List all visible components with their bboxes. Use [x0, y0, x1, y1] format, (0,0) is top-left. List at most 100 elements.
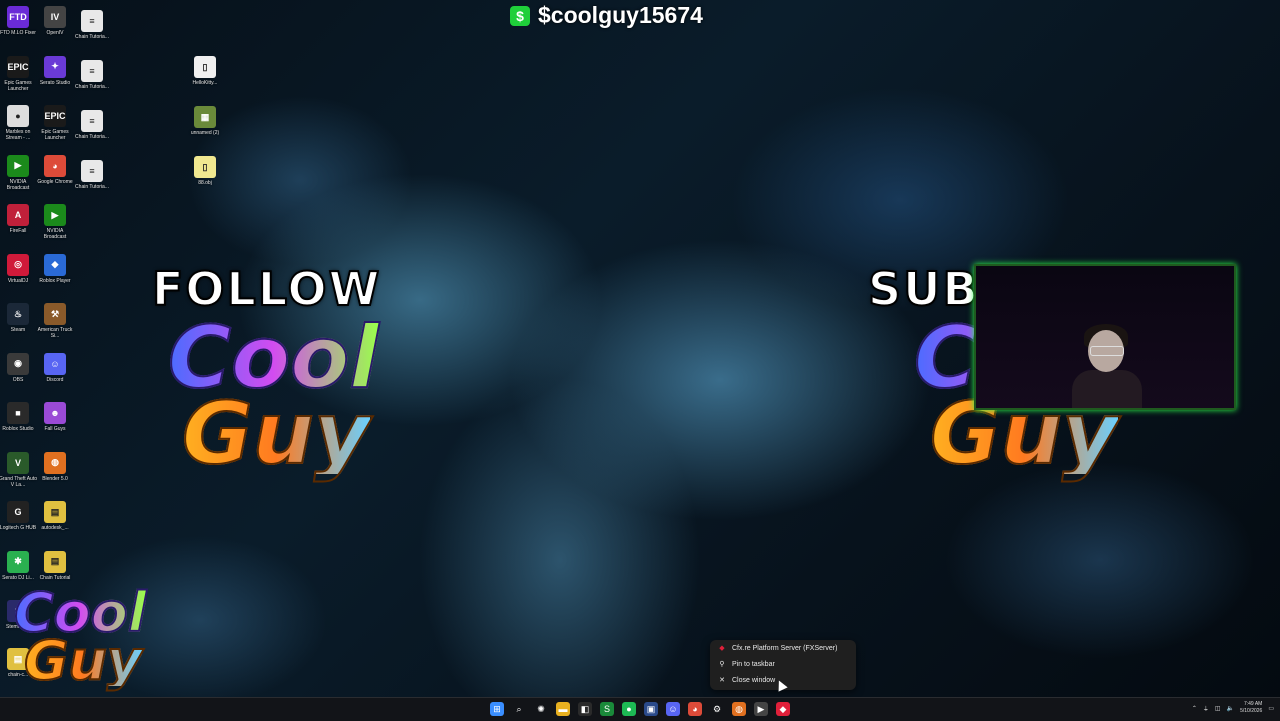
app-icon: ■	[7, 402, 29, 424]
desktop-icon-label: Chain Tutoria...	[75, 134, 109, 140]
app-icon: EPIC	[7, 55, 29, 78]
desktop-icon[interactable]: ▦ unnamed (2)	[187, 106, 223, 136]
desktop-icon[interactable]: EPIC Epic Games Launcher	[0, 55, 36, 92]
desktop-icon-label: Grand Theft Auto V La...	[0, 475, 37, 488]
logo-guy-left: Guy	[181, 384, 371, 484]
desktop-icon-label: Blender 5.0	[42, 475, 68, 482]
widgets-icon[interactable]: ✺	[534, 702, 548, 716]
desktop-icon[interactable]: ☺ Discord	[37, 352, 73, 383]
app-icon: ♨	[7, 303, 29, 325]
search-icon[interactable]: ⌕	[512, 702, 526, 716]
ctx-item-label: Close window	[732, 676, 776, 684]
blender-icon[interactable]: ◍	[732, 702, 746, 716]
app-icon: EPIC	[44, 105, 66, 127]
clock-time: 7:49 AM	[1243, 701, 1263, 707]
desktop-icon[interactable]: ▶ NVIDIA Broadcast	[37, 204, 73, 240]
app-icon: ✦	[44, 55, 66, 78]
desktop-icon[interactable]: ≡ Chain Tutoria...	[74, 60, 110, 90]
cashapp-icon: $	[510, 5, 530, 26]
cfx-icon[interactable]: ◆	[776, 702, 790, 716]
desktop-icon[interactable]: ▶ NVIDIA Broadcast	[0, 154, 36, 191]
desktop-icon[interactable]: ⚒ American Truck Si...	[37, 303, 73, 339]
app-icon[interactable]: ▣	[644, 702, 658, 716]
desktop-icon[interactable]: EPIC Epic Games Launcher	[37, 105, 73, 141]
desktop-icon-label: OBS	[12, 376, 24, 383]
chevron-up-icon[interactable]: ⌃	[1192, 705, 1197, 712]
desktop-icon[interactable]: IV OpenIV	[37, 6, 73, 36]
app-icon: ▶	[7, 154, 29, 177]
desktop-icon[interactable]: ▯ HelloKitty...	[187, 56, 223, 86]
desktop-icon-label: Logitech G HUB	[0, 525, 37, 531]
start-icon[interactable]: ⊞	[490, 702, 504, 716]
desktop-icon[interactable]: ▤ autodesk_...	[37, 501, 73, 531]
desktop-icon-label: Roblox Player	[39, 277, 71, 284]
app-icon: ✱	[7, 550, 29, 573]
desktop-icon-label: NVIDIA Broadcast	[6, 178, 30, 191]
desktop-icon-label: 88.obj	[198, 180, 212, 186]
file-explorer-icon[interactable]: ▬	[556, 702, 570, 716]
spreadsheet-icon[interactable]: S	[600, 702, 614, 716]
desktop-icon[interactable]: ♨ Steam	[0, 303, 36, 333]
ctx-item-app[interactable]: ◆ Cfx.re Platform Server (FXServer)	[710, 640, 856, 656]
desktop-icon[interactable]: ≡ Chain Tutoria...	[74, 110, 110, 140]
app-icon: ▤	[44, 550, 66, 573]
app-icon: ◎	[7, 253, 29, 276]
desktop-icon-label: Epic Games Launcher	[4, 79, 32, 92]
clock-date: 5/10/2026	[1240, 708, 1263, 714]
gear-icon[interactable]: ⚙	[710, 702, 724, 716]
ctx-item-pin-to-taskbar[interactable]: ⚲ Pin to taskbar	[710, 656, 856, 672]
desktop-icon[interactable]: ✱ Serato DJ Li...	[0, 550, 36, 581]
usb-icon[interactable]: ⏚	[1203, 704, 1209, 713]
chrome-icon[interactable]: ◕	[688, 702, 702, 716]
desktop-icon-label: Serato Studio	[39, 79, 71, 86]
cashtag-overlay: $ $coolguy15674	[510, 2, 703, 29]
discord-icon[interactable]: ☺	[666, 702, 680, 716]
desktop-icon[interactable]: FTD FTD M.LO Fixer	[0, 6, 36, 36]
desktop-icon-label: autodesk_...	[41, 525, 69, 531]
desktop-icon[interactable]: ◕ Google Chrome	[37, 154, 73, 185]
app-icon: ▶	[44, 204, 66, 226]
clock[interactable]: 7:49 AM 5/10/2026	[1240, 701, 1262, 715]
desktop-icon[interactable]: ▯ 88.obj	[187, 156, 223, 186]
taskbar: ⊞ ⌕ ✺ ▬ ◧ S ● ▣ ☺ ◕ ⚙ ◍ ▶ ◆ ⌃ ⏚ ◫ 🔈 7:49 AM 5/10/2026…	[0, 697, 1280, 721]
desktop-icon-label: NVIDIA Broadcast	[43, 228, 67, 240]
desktop-icon[interactable]: ≡ Chain Tutoria...	[74, 10, 110, 40]
media-icon[interactable]: ▶	[754, 702, 768, 716]
pin-icon: ⚲	[719, 661, 725, 668]
desktop-icon[interactable]: ▤ Chain Tutorial	[37, 550, 73, 581]
desktop-icon[interactable]: ≡ Chain Tutoria...	[74, 160, 110, 190]
webcam-overlay	[974, 264, 1236, 410]
desktop-icon[interactable]: ◍ Blender 5.0	[37, 451, 73, 482]
desktop-icon[interactable]: ■ Roblox Studio	[0, 402, 36, 432]
store-icon[interactable]: ◧	[578, 702, 592, 716]
desktop-icon-label: VirtualDJ	[7, 277, 29, 284]
app-icon: ▯	[194, 56, 216, 78]
app-icon: ⚒	[44, 303, 66, 325]
desktop-icon-label: FireFall	[9, 228, 27, 234]
spotify-icon[interactable]: ●	[622, 702, 636, 716]
cfx-icon: ◆	[719, 645, 725, 652]
desktop-icon[interactable]: ☻ Fall Guys	[37, 402, 73, 432]
desktop-icon[interactable]: ◎ VirtualDJ	[0, 253, 36, 284]
desktop-icon[interactable]: V Grand Theft Auto V La...	[0, 451, 37, 488]
app-icon: ▤	[44, 501, 66, 523]
close-icon: ✕	[719, 677, 725, 684]
desktop-icon[interactable]: ● Marbles on Stream - ...	[0, 105, 36, 141]
desktop-icon-label: Chain Tutoria...	[75, 184, 109, 190]
volume-icon[interactable]: 🔈	[1227, 705, 1234, 712]
desktop-icon[interactable]: A FireFall	[0, 204, 36, 234]
app-icon: ☺	[44, 352, 66, 375]
show-desktop-icon[interactable]: ▭	[1268, 705, 1274, 712]
desktop-icon[interactable]: G Logitech G HUB	[0, 501, 36, 531]
webcam-person-body	[1072, 370, 1142, 408]
desktop-icon-label: Chain Tutoria...	[75, 84, 109, 90]
desktop-icon-label: Fall Guys	[44, 426, 66, 432]
desktop-icon[interactable]: ✦ Serato Studio	[37, 55, 73, 86]
cashtag-text: $coolguy15674	[538, 2, 703, 28]
network-icon[interactable]: ◫	[1215, 705, 1221, 712]
app-icon: ▯	[194, 156, 216, 178]
app-icon: V	[7, 451, 29, 474]
app-icon: ◆	[44, 253, 66, 276]
desktop-icon[interactable]: ◉ OBS	[0, 352, 36, 383]
desktop-icon[interactable]: ◆ Roblox Player	[37, 253, 73, 284]
